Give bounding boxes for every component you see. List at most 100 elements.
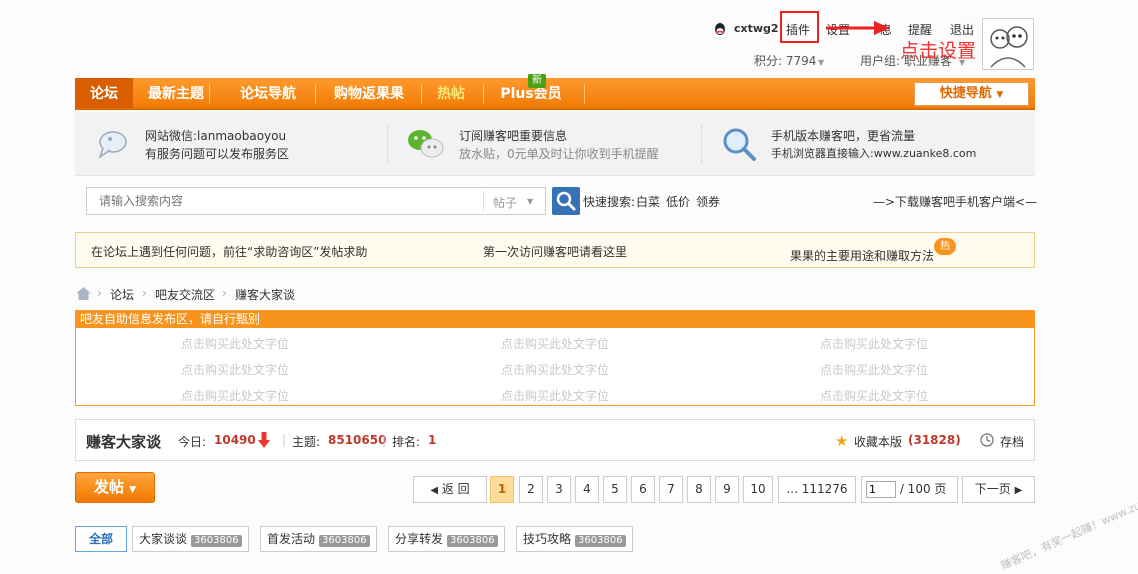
search-input[interactable] [87,188,483,214]
username[interactable]: cxtwg2 [734,22,779,35]
ad-slot[interactable]: 点击购买此处文字位 [181,387,289,404]
arrow-down-icon [258,432,270,451]
new-badge: 新 [528,74,546,88]
ad-header: 吧友自助信息发布区，请自行甄别 [76,311,1034,328]
info-strip: 网站微信:lanmaobaoyou 有服务问题可以发布服务区 订阅赚客吧重要信息… [75,112,1035,176]
breadcrumb-section[interactable]: 吧友交流区 [155,286,215,303]
clock-icon [980,433,994,450]
tab-tips[interactable]: 技巧攻略 3603806 [516,526,633,552]
divider: | [382,433,387,447]
tab-label: 大家谈谈 [139,532,188,546]
favorite-count: (31828) [908,433,961,447]
subscribe-title[interactable]: 订阅赚客吧重要信息 [459,127,567,144]
page-9[interactable]: 9 [715,476,739,503]
post-button[interactable]: 发帖 ▼ [75,472,155,503]
quick-nav-button[interactable]: 快捷导航 ▼ [914,82,1029,106]
tab-first-activity[interactable]: 首发活动 3603806 [260,526,377,552]
mobile-title[interactable]: 手机版本赚客吧，更省流量 [771,127,915,144]
search-icon [556,191,576,211]
star-icon: ★ [835,432,849,450]
search-button[interactable] [552,187,580,215]
chevron-right-icon: › [97,286,102,300]
annotation-text: 点击设置 [900,40,977,62]
nav-item-forum-nav[interactable]: 论坛导航 [233,78,303,108]
notice-points-usage[interactable]: 果果的主要用途和赚取方法 [790,247,934,264]
notice-help[interactable]: 在论坛上遇到任何问题，前往“求助咨询区”发帖求助 [91,243,367,260]
subscribe-sub: 放水贴，0元单及时让你收到手机提醒 [459,147,659,161]
page-3[interactable]: 3 [547,476,571,503]
favorite-button[interactable]: 收藏本版 [854,433,902,450]
topics-count: 8510650 [328,433,387,447]
today-count: 10490 [214,433,256,447]
quick-search-label: 快速搜索: [583,195,636,209]
back-label: 返 回 [441,482,470,496]
tab-all[interactable]: 全部 [75,526,127,552]
tab-share[interactable]: 分享转发 3603806 [388,526,505,552]
nav-item-latest[interactable]: 最新主题 [143,78,209,108]
nav-item-hot[interactable]: 热帖 [431,78,471,108]
page-total: / 100 页 [899,482,947,496]
divider: | [282,433,287,447]
page-1[interactable]: 1 [490,476,514,503]
tab-label: 全部 [88,532,113,546]
page-6[interactable]: 6 [631,476,655,503]
quick-link-coupon[interactable]: 领券 [696,193,720,210]
chevron-right-icon: › [222,286,227,300]
next-page-button[interactable]: 下一页 ▶ [962,476,1035,503]
ad-box: 吧友自助信息发布区，请自行甄别 点击购买此处文字位 点击购买此处文字位 点击购买… [75,310,1035,406]
tab-label: 分享转发 [395,532,444,546]
app-download-link[interactable]: —>下载赚客吧手机客户端<— [873,193,1037,210]
tab-discussion[interactable]: 大家谈谈 3603806 [132,526,249,552]
nav-item-cashback[interactable]: 购物返果果 [329,78,409,108]
notice-bar: 在论坛上遇到任何问题，前往“求助咨询区”发帖求助 第一次访问赚客吧请看这里 果果… [75,232,1035,268]
ad-slot[interactable]: 点击购买此处文字位 [501,387,609,404]
page-5[interactable]: 5 [603,476,627,503]
back-button[interactable]: ◀ 返 回 [413,476,487,503]
topics-label: 主题: [292,435,321,449]
page-8[interactable]: 8 [687,476,711,503]
post-label: 发帖 [93,478,124,496]
breadcrumb-forum[interactable]: 论坛 [110,286,134,303]
chat-bubble-icon [95,128,129,163]
avatar[interactable] [982,18,1034,70]
chevron-left-icon: ◀ [430,485,439,496]
count-badge: 3603806 [191,535,242,547]
page-2[interactable]: 2 [519,476,543,503]
magnifier-icon [721,126,757,165]
ad-slot[interactable]: 点击购买此处文字位 [501,361,609,378]
ad-slot[interactable]: 点击购买此处文字位 [181,361,289,378]
page-last[interactable]: ... 111276 [778,476,856,503]
ad-slot[interactable]: 点击购买此处文字位 [820,361,928,378]
page-7[interactable]: 7 [659,476,683,503]
archive-link[interactable]: 存档 [1000,433,1024,450]
board-header: 赚客大家谈 今日: 10490 | 主题: 8510650 | 排名: 1 ★ … [75,419,1035,461]
quick-link-low-price[interactable]: 低价 [666,193,690,210]
page-4[interactable]: 4 [575,476,599,503]
plugin-highlight-box [780,11,819,43]
today-label: 今日: [178,435,207,449]
search-box: 帖子 ▼ [86,187,546,215]
wechat-title[interactable]: 网站微信:lanmaobaoyou [145,127,286,144]
notice-first-visit[interactable]: 第一次访问赚客吧请看这里 [483,243,627,260]
breadcrumb-board[interactable]: 赚客大家谈 [235,286,295,303]
tab-label: 首发活动 [267,532,316,546]
quick-nav-label: 快捷导航 [939,86,992,101]
search-type-select[interactable]: 帖子 [493,194,517,211]
hot-badge: 热 [934,238,956,255]
page-10[interactable]: 10 [743,476,773,503]
home-icon[interactable] [76,287,91,303]
chevron-down-icon: ▼ [818,58,825,67]
count-badge: 3603806 [447,535,498,547]
quick-link-cabbage[interactable]: 白菜 [636,193,660,210]
ad-slot[interactable]: 点击购买此处文字位 [181,335,289,352]
count-badge: 3603806 [575,535,626,547]
chevron-down-icon: ▼ [527,197,534,206]
rank-label: 排名: [392,435,421,449]
points-label[interactable]: 积分: 7794 [754,52,816,69]
ad-slot[interactable]: 点击购买此处文字位 [501,335,609,352]
ad-slot[interactable]: 点击购买此处文字位 [820,387,928,404]
chevron-down-icon: ▼ [129,485,137,495]
page-jump-input[interactable] [866,481,896,498]
ad-slot[interactable]: 点击购买此处文字位 [820,335,928,352]
nav-item-forum[interactable]: 论坛 [75,78,133,108]
